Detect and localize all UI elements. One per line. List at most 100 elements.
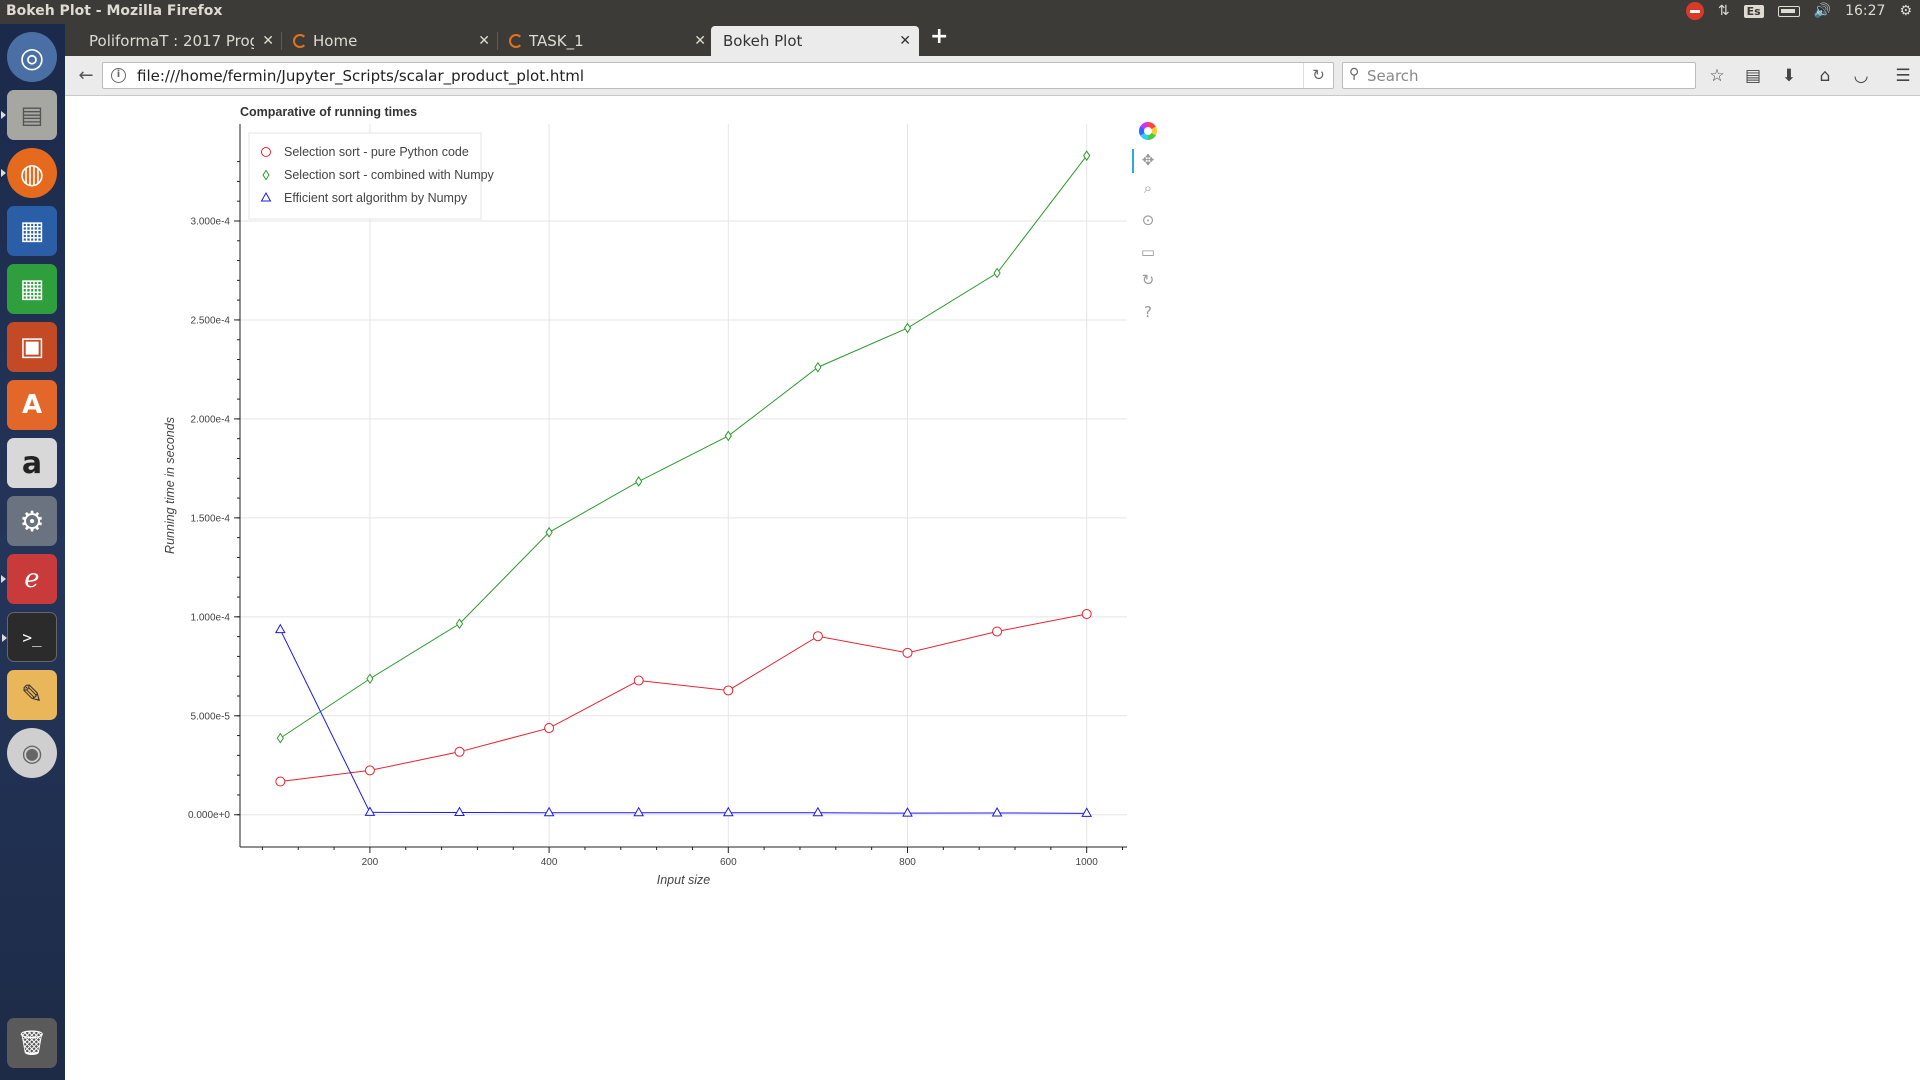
x-axis-label: Input size [657, 873, 711, 887]
reset-tool-icon[interactable]: ↻ [1138, 270, 1158, 290]
indicator-area: ⇅ Es 🔊 16:27 ⚙ [1685, 2, 1912, 20]
terminal-icon[interactable]: >_ [2, 612, 57, 662]
firefox-icon[interactable]: ◍ [1, 148, 57, 198]
files-icon[interactable]: ▤ [1, 90, 57, 140]
x-tick-label: 1000 [1076, 857, 1099, 868]
menu-icon[interactable]: ☰ [1891, 65, 1915, 87]
y-tick-label: 3.000e-4 [191, 216, 231, 227]
data-point-diamond [545, 526, 553, 538]
bokeh-logo-icon[interactable] [1139, 122, 1157, 140]
battery-icon[interactable] [1777, 5, 1800, 17]
navigation-bar: ← i file:///home/fermin/Jupyter_Scripts/… [65, 56, 1920, 96]
loading-spinner-icon [293, 34, 307, 48]
y-tick-label: 0.000e+0 [188, 810, 230, 821]
document-viewer-icon[interactable]: ℯ [1, 554, 57, 604]
back-button[interactable]: ← [75, 65, 97, 87]
ubuntu-dash-icon[interactable]: ◎ [7, 32, 57, 82]
data-point-diamond [635, 476, 643, 487]
legend-label: Selection sort - combined with Numpy [284, 168, 495, 182]
data-point-triangle [633, 806, 645, 817]
active-tool-indicator [1132, 149, 1134, 173]
network-icon[interactable]: ⇅ [1718, 3, 1730, 19]
search-placeholder: Search [1367, 67, 1419, 85]
search-icon: ⚲ [1349, 66, 1360, 82]
tab-label: Home [313, 32, 358, 50]
data-point-diamond [455, 618, 464, 630]
x-tick-label: 400 [541, 857, 558, 868]
pan-tool-icon[interactable]: ✥ [1138, 150, 1158, 170]
close-icon[interactable]: ✕ [262, 33, 274, 49]
tab-label: PoliformaT : 2017 Program [89, 32, 254, 50]
data-point-diamond [814, 361, 822, 373]
y-tick-label: 1.000e-4 [191, 612, 231, 623]
data-point-diamond [903, 322, 912, 334]
system-settings-icon[interactable]: ⚙ [7, 496, 57, 546]
stop-icon[interactable] [1685, 2, 1704, 20]
launcher: ◎ ▤ ◍ ▦ ▦ ▣ A a ⚙ ℯ >_ ✎ ◉ 🗑 [0, 24, 65, 1080]
libreoffice-writer-icon[interactable]: ▦ [7, 206, 57, 256]
data-point-circle [544, 723, 555, 734]
text-editor-icon[interactable]: ✎ [7, 670, 57, 720]
data-point-circle [1081, 609, 1092, 620]
ubuntu-software-icon[interactable]: A [7, 380, 57, 430]
search-input[interactable]: ⚲ Search [1342, 62, 1696, 89]
data-point-circle [812, 631, 823, 642]
tab-bokeh-plot[interactable]: Bokeh Plot ✕ [711, 26, 919, 56]
data-point-circle [275, 776, 286, 787]
gear-icon[interactable]: ⚙ [1899, 3, 1912, 19]
y-tick-label: 1.500e-4 [191, 513, 231, 524]
url-bar[interactable]: i file:///home/fermin/Jupyter_Scripts/sc… [102, 62, 1334, 89]
bokeh-plot[interactable]: Comparative of running times 200 400 600 800… [65, 97, 1265, 917]
new-tab-button[interactable]: + [930, 24, 948, 49]
save-tool-icon[interactable]: ▭ [1138, 242, 1158, 262]
x-tick-label: 200 [362, 857, 379, 868]
data-point-triangle [454, 806, 465, 817]
chart-title: Comparative of running times [240, 105, 417, 119]
y-tick-label: 5.000e-5 [191, 711, 231, 722]
tab-task-1[interactable]: TASK_1 ✕ [501, 26, 714, 56]
data-point-circle [454, 746, 465, 757]
y-tick-label: 2.000e-4 [191, 414, 231, 425]
system-top-bar: Bokeh Plot - Mozilla Firefox ⇅ Es 🔊 16:2… [0, 0, 1920, 24]
clock[interactable]: 16:27 [1845, 3, 1885, 19]
data-point-triangle [991, 806, 1003, 817]
legend-label: Selection sort - pure Python code [284, 145, 469, 159]
data-point-circle [633, 675, 644, 686]
tab-label: Bokeh Plot [723, 32, 803, 50]
bookmark-star-icon[interactable]: ☆ [1705, 65, 1729, 87]
home-icon[interactable]: ⌂ [1813, 65, 1837, 87]
data-point-diamond [366, 673, 374, 685]
close-icon[interactable]: ✕ [694, 33, 706, 49]
keyboard-layout-indicator[interactable]: Es [1743, 4, 1764, 18]
trash-icon[interactable]: 🗑 [7, 1018, 57, 1068]
data-point-triangle [902, 807, 913, 817]
tab-home[interactable]: Home ✕ [285, 26, 498, 56]
reading-list-icon[interactable]: ▤ [1741, 65, 1765, 87]
series-line-triangle [279, 629, 1087, 814]
data-point-triangle [543, 806, 555, 817]
info-icon[interactable]: i [111, 68, 126, 83]
tab-poliformat[interactable]: PoliformaT : 2017 Program ✕ [65, 26, 282, 56]
reload-icon[interactable]: ↻ [1303, 63, 1333, 88]
series-line-diamond [280, 155, 1088, 739]
amazon-icon[interactable]: a [7, 438, 57, 488]
wheel-zoom-tool-icon[interactable]: ⊙ [1138, 210, 1158, 230]
data-point-triangle [274, 623, 286, 634]
dvd-icon[interactable]: ◉ [7, 728, 57, 778]
y-tick-label: 2.500e-4 [191, 315, 231, 326]
box-zoom-tool-icon[interactable]: ⌕ [1138, 178, 1158, 198]
close-icon[interactable]: ✕ [478, 33, 490, 49]
download-icon[interactable]: ⬇ [1777, 65, 1801, 87]
libreoffice-calc-icon[interactable]: ▦ [7, 264, 57, 314]
legend-label: Efficient sort algorithm by Numpy [284, 191, 468, 205]
data-point-circle [902, 647, 913, 658]
volume-icon[interactable]: 🔊 [1814, 3, 1831, 19]
tab-label: TASK_1 [529, 32, 584, 50]
help-tool-icon[interactable]: ? [1138, 302, 1158, 322]
libreoffice-impress-icon[interactable]: ▣ [7, 322, 57, 372]
pocket-icon[interactable]: ◡ [1849, 65, 1873, 87]
x-tick-label: 600 [720, 857, 737, 868]
url-text[interactable]: file:///home/fermin/Jupyter_Scripts/scal… [137, 67, 584, 85]
data-point-circle [992, 626, 1003, 637]
close-icon[interactable]: ✕ [899, 33, 911, 49]
